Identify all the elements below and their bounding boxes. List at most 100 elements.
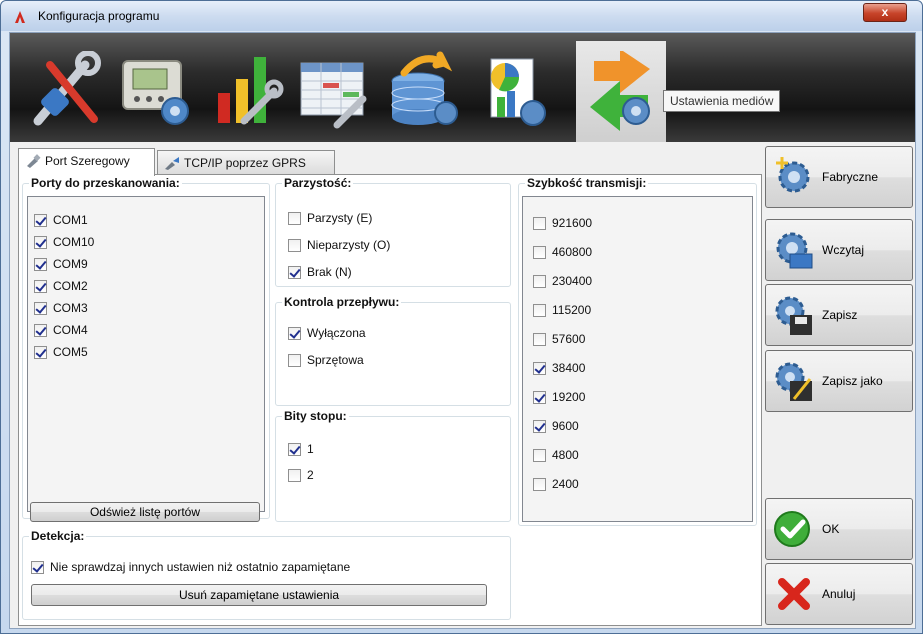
- baud-rate-label: 460800: [552, 245, 593, 259]
- ok-button[interactable]: OK: [765, 498, 913, 560]
- stop-bit-2-option[interactable]: 2: [288, 467, 314, 483]
- stop-bit-1-option[interactable]: 1: [288, 441, 314, 457]
- parity-even-option[interactable]: Parzysty (E): [288, 210, 372, 226]
- tab-panel-serial: Porty do przeskanowania: COM1 COM10 COM9…: [18, 174, 762, 626]
- parity-odd-checkbox[interactable]: [288, 238, 301, 252]
- baud-rate-checkbox[interactable]: [533, 303, 546, 317]
- port-checkbox[interactable]: [34, 301, 47, 315]
- baud-rate-list[interactable]: 921600 460800 230400 115200 57600 38400 …: [522, 196, 753, 522]
- baud-rate-label: 38400: [552, 361, 586, 375]
- parity-group-title: Parzystość:: [282, 176, 354, 190]
- close-button[interactable]: x: [863, 3, 907, 22]
- baud-rate-label: 57600: [552, 332, 586, 346]
- flow-hardware-checkbox[interactable]: [288, 353, 301, 367]
- port-item[interactable]: COM3: [34, 300, 88, 316]
- baud-rate-item[interactable]: 57600: [533, 331, 585, 347]
- baud-rate-label: 19200: [552, 390, 586, 404]
- toolbar-report-button[interactable]: [467, 41, 557, 137]
- stop-bit-2-checkbox[interactable]: [288, 468, 301, 482]
- toolbar-tools-button[interactable]: [22, 41, 112, 137]
- detection-option[interactable]: Nie sprawdzaj innych ustawien niż ostatn…: [31, 559, 350, 575]
- port-checkbox[interactable]: [34, 235, 47, 249]
- save-as-button[interactable]: Zapisz jako: [765, 350, 913, 412]
- baud-rate-item[interactable]: 38400: [533, 360, 585, 376]
- baud-rate-label: 230400: [552, 274, 593, 288]
- tab-gprs[interactable]: TCP/IP poprzez GPRS: [157, 150, 335, 174]
- port-item[interactable]: COM4: [34, 322, 88, 338]
- baud-rate-item[interactable]: 115200: [533, 302, 591, 318]
- port-checkbox[interactable]: [34, 257, 47, 271]
- baud-rate-checkbox[interactable]: [533, 332, 546, 346]
- toolbar-table-button[interactable]: [289, 41, 379, 137]
- baud-rate-label: 9600: [552, 419, 579, 433]
- port-checkbox[interactable]: [34, 323, 47, 337]
- save-button[interactable]: Zapisz: [765, 284, 913, 346]
- baud-rate-item[interactable]: 921600: [533, 215, 592, 231]
- port-checkbox[interactable]: [34, 213, 47, 227]
- baud-rate-checkbox[interactable]: [533, 448, 546, 462]
- port-item[interactable]: COM9: [34, 256, 88, 272]
- baud-rate-checkbox[interactable]: [533, 390, 546, 404]
- refresh-ports-button[interactable]: Odśwież listę portów: [30, 502, 260, 522]
- toolbar-media-button[interactable]: [576, 41, 666, 142]
- chart-config-icon: [218, 57, 284, 125]
- stop-bit-1-checkbox[interactable]: [288, 442, 301, 456]
- flow-off-checkbox[interactable]: [288, 326, 301, 340]
- port-item[interactable]: COM1: [34, 212, 88, 228]
- parity-none-label: Brak (N): [307, 265, 352, 279]
- tab-serial-port-label: Port Szeregowy: [45, 154, 130, 168]
- baud-rate-item[interactable]: 460800: [533, 244, 592, 260]
- port-label: COM5: [53, 345, 88, 359]
- parity-none-checkbox[interactable]: [288, 265, 301, 279]
- baud-rate-checkbox[interactable]: [533, 274, 546, 288]
- baud-rate-checkbox[interactable]: [533, 361, 546, 375]
- port-checkbox[interactable]: [34, 345, 47, 359]
- baud-rate-item[interactable]: 19200: [533, 389, 585, 405]
- port-checkbox[interactable]: [34, 279, 47, 293]
- load-settings-icon: [776, 232, 813, 269]
- flow-control-group-title: Kontrola przepływu:: [282, 295, 402, 309]
- detection-checkbox[interactable]: [31, 560, 44, 574]
- baud-rate-checkbox[interactable]: [533, 216, 546, 230]
- factory-settings-icon: [776, 157, 810, 193]
- cancel-button[interactable]: Anuluj: [765, 563, 913, 625]
- toolbar-chart-button[interactable]: [200, 41, 290, 137]
- baud-rate-item[interactable]: 2400: [533, 476, 579, 492]
- baud-rate-item[interactable]: 9600: [533, 418, 579, 434]
- parity-odd-option[interactable]: Nieparzysty (O): [288, 237, 390, 253]
- factory-defaults-label: Fabryczne: [822, 170, 879, 184]
- factory-defaults-button[interactable]: Fabryczne: [765, 146, 913, 208]
- toolbar: Ustawienia mediów: [10, 33, 915, 142]
- toolbar-database-button[interactable]: [378, 41, 468, 137]
- flow-hardware-option[interactable]: Sprzętowa: [288, 352, 364, 368]
- clear-saved-settings-button[interactable]: Usuń zapamiętane ustawienia: [31, 584, 487, 606]
- save-label: Zapisz: [822, 308, 858, 322]
- port-label: COM3: [53, 301, 88, 315]
- port-item[interactable]: COM10: [34, 234, 94, 250]
- close-icon: x: [881, 5, 889, 19]
- stop-bit-1-label: 1: [307, 442, 314, 456]
- baud-rate-label: 4800: [552, 448, 579, 462]
- port-item[interactable]: COM5: [34, 344, 88, 360]
- serial-port-icon: [27, 154, 41, 168]
- baud-rate-checkbox[interactable]: [533, 245, 546, 259]
- baud-rate-group-title: Szybkość transmisji:: [525, 176, 649, 190]
- baud-rate-label: 115200: [552, 303, 592, 317]
- baud-rate-label: 921600: [552, 216, 593, 230]
- tab-serial-port[interactable]: Port Szeregowy: [18, 148, 155, 176]
- flow-off-option[interactable]: Wyłączona: [288, 325, 366, 341]
- baud-rate-checkbox[interactable]: [533, 419, 546, 433]
- baud-rate-item[interactable]: 4800: [533, 447, 579, 463]
- load-button[interactable]: Wczytaj: [765, 219, 913, 281]
- baud-rate-checkbox[interactable]: [533, 477, 546, 491]
- ports-group: Porty do przeskanowania: COM1 COM10 COM9…: [22, 176, 270, 519]
- parity-none-option[interactable]: Brak (N): [288, 264, 352, 280]
- parity-even-checkbox[interactable]: [288, 211, 301, 225]
- ports-list[interactable]: COM1 COM10 COM9 COM2 COM3 COM4 COM5: [27, 196, 265, 512]
- baud-rate-group: Szybkość transmisji: 921600 460800 23040…: [518, 176, 757, 526]
- baud-rate-item[interactable]: 230400: [533, 273, 592, 289]
- save-settings-icon: [775, 296, 812, 335]
- device-config-icon: [122, 60, 189, 125]
- toolbar-device-button[interactable]: [111, 41, 201, 137]
- port-item[interactable]: COM2: [34, 278, 88, 294]
